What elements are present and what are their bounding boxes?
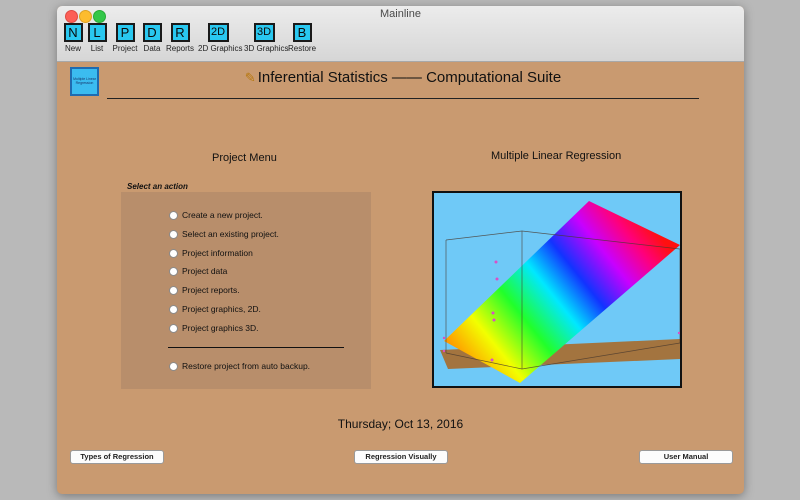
toolbar-data-button[interactable]: D Data	[141, 23, 163, 53]
user-manual-button[interactable]: User Manual	[639, 450, 733, 464]
option-restore-backup[interactable]: Restore project from auto backup.	[169, 361, 310, 371]
radio-button[interactable]	[169, 304, 178, 314]
title-bar: Mainline N New L List P Project D Data R…	[57, 6, 744, 62]
graphics-2d-icon: 2D	[207, 23, 229, 42]
option-project-data[interactable]: Project data	[169, 266, 227, 276]
list-icon: L	[87, 23, 107, 42]
new-icon: N	[63, 23, 83, 42]
project-menu-panel: Create a new project. Select an existing…	[121, 192, 371, 389]
reports-icon: R	[170, 23, 190, 42]
toolbar-project-button[interactable]: P Project	[112, 23, 138, 53]
data-icon: D	[142, 23, 162, 42]
current-date: Thursday; Oct 13, 2016	[337, 417, 464, 431]
main-window: Mainline N New L List P Project D Data R…	[57, 6, 744, 494]
option-label: Select an existing project.	[182, 229, 279, 239]
radio-button[interactable]	[169, 210, 178, 220]
project-menu-heading: Project Menu	[212, 152, 277, 164]
pencil-icon: ✎	[244, 70, 256, 85]
window-title: Mainline	[380, 8, 421, 20]
radio-button[interactable]	[169, 229, 178, 239]
select-action-hint: Select an action	[127, 182, 188, 191]
option-label: Project graphics 3D.	[182, 323, 259, 333]
regression-3d-preview	[432, 191, 682, 388]
app-logo: Multiple Linear Regression	[70, 67, 99, 96]
page-title: ✎ Inferential Statistics —— Computational…	[107, 69, 699, 86]
radio-button[interactable]	[169, 248, 178, 258]
page-title-text: Inferential Statistics —— Computational …	[257, 69, 562, 86]
toolbar-label: Reports	[166, 44, 195, 53]
option-project-reports[interactable]: Project reports.	[169, 285, 240, 295]
menu-divider	[168, 347, 344, 348]
option-label: Project information	[182, 248, 253, 258]
toolbar-label: New	[64, 44, 81, 53]
title-divider	[107, 98, 699, 99]
toolbar-label: Data	[143, 44, 161, 53]
radio-button[interactable]	[169, 266, 178, 276]
regression-visually-button[interactable]: Regression Visually	[354, 450, 448, 464]
project-icon: P	[115, 23, 135, 42]
preview-heading: Multiple Linear Regression	[491, 150, 622, 162]
radio-button[interactable]	[169, 361, 178, 371]
types-of-regression-button[interactable]: Types of Regression	[70, 450, 164, 464]
option-select-project[interactable]: Select an existing project.	[169, 229, 279, 239]
toolbar-restore-button[interactable]: B Restore	[288, 23, 316, 53]
toolbar-label: List	[90, 44, 104, 53]
toolbar-label: Restore	[288, 44, 317, 53]
option-label: Create a new project.	[182, 210, 263, 220]
option-label: Restore project from auto backup.	[182, 361, 311, 371]
toolbar-label: 3D Graphics	[244, 44, 289, 53]
toolbar-3d-graphics-button[interactable]: 3D 3D Graphics	[244, 23, 289, 53]
option-project-graphics-3d[interactable]: Project graphics 3D.	[169, 323, 259, 333]
radio-button[interactable]	[169, 323, 178, 333]
toolbar-label: 2D Graphics	[198, 44, 243, 53]
option-project-graphics-2d[interactable]: Project graphics, 2D.	[169, 304, 261, 314]
option-project-information[interactable]: Project information	[169, 248, 253, 258]
regression-plane-image	[440, 201, 680, 383]
graphics-3d-icon: 3D	[253, 23, 275, 42]
toolbar-2d-graphics-button[interactable]: 2D 2D Graphics	[198, 23, 243, 53]
restore-icon: B	[292, 23, 312, 42]
logo-text: Multiple Linear Regression	[73, 77, 96, 85]
option-create-project[interactable]: Create a new project.	[169, 210, 263, 220]
toolbar-list-button[interactable]: L List	[87, 23, 107, 53]
toolbar-reports-button[interactable]: R Reports	[166, 23, 194, 53]
option-label: Project reports.	[182, 285, 240, 295]
toolbar-label: Project	[112, 44, 138, 53]
option-label: Project data	[182, 266, 228, 276]
radio-button[interactable]	[169, 285, 178, 295]
toolbar-new-button[interactable]: N New	[63, 23, 83, 53]
option-label: Project graphics, 2D.	[182, 304, 261, 314]
